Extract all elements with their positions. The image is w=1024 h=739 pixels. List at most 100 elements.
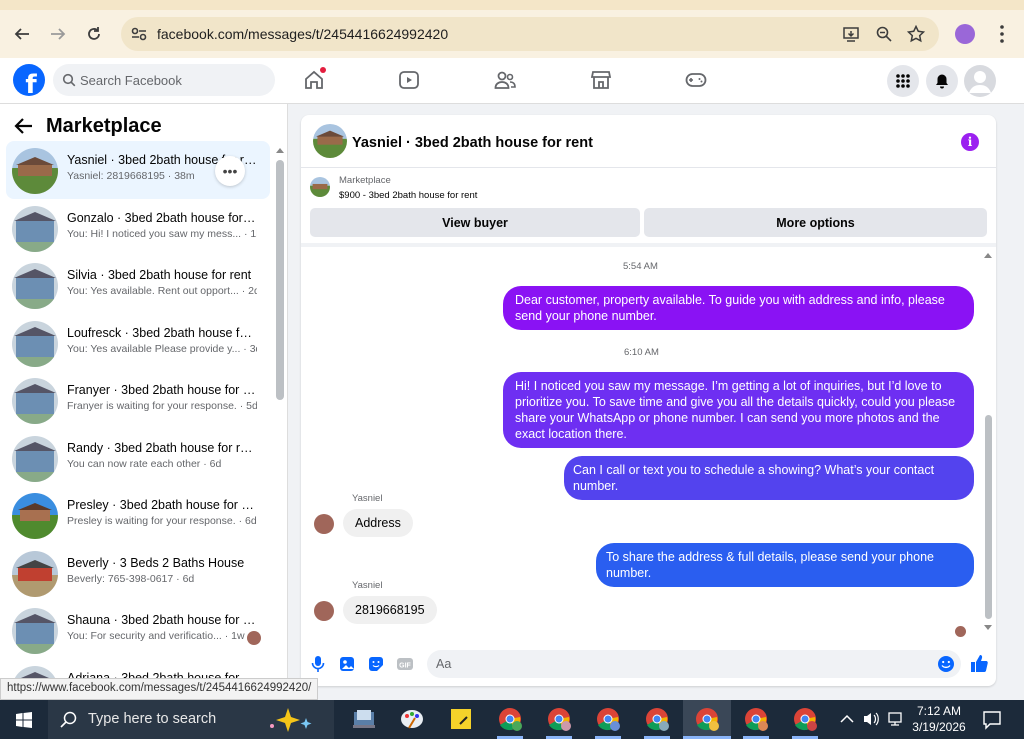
sender-name: Yasniel [352, 493, 383, 504]
notifications-bell-icon[interactable] [926, 65, 958, 97]
chrome-profile-icon[interactable] [792, 706, 818, 732]
divider [301, 243, 996, 247]
taskbar-search-input[interactable]: Type here to search [48, 700, 334, 739]
microphone-icon[interactable] [309, 655, 327, 673]
clock-time: 7:12 AM [916, 704, 962, 718]
chrome-profile-icon[interactable] [546, 706, 572, 732]
taskbar-search-placeholder: Type here to search [88, 711, 217, 727]
profile-icon[interactable] [955, 24, 975, 44]
conversation-sidebar: Marketplace Yasniel · 3bed 2bath house f… [0, 104, 288, 700]
video-icon[interactable] [398, 69, 420, 91]
gif-icon[interactable]: GIF [396, 655, 414, 673]
conversation-item[interactable]: Shauna · 3bed 2bath house for rent You: … [6, 601, 270, 659]
chrome-profile-icon[interactable] [743, 706, 769, 732]
listing-thumbnail [12, 550, 58, 597]
gaming-icon[interactable] [685, 69, 707, 91]
back-icon[interactable] [10, 22, 34, 46]
sender-avatar[interactable] [314, 601, 334, 621]
conversation-item[interactable]: Loufresck · 3bed 2bath house for rent Yo… [6, 314, 270, 372]
sidebar-scrollbar[interactable] [276, 160, 284, 400]
incoming-message[interactable]: 2819668195 [343, 596, 437, 624]
photo-icon[interactable] [338, 655, 356, 673]
conversation-item[interactable]: Beverly · 3 Beds 2 Baths House Beverly: … [6, 544, 270, 602]
facebook-search-input[interactable]: Search Facebook [53, 64, 275, 96]
sender-avatar[interactable] [314, 514, 334, 534]
conversation-item[interactable]: Randy · 3bed 2bath house for rent You ca… [6, 429, 270, 487]
listing-thumbnail [12, 608, 58, 654]
windows-start-icon[interactable] [16, 712, 32, 728]
browser-toolbar: facebook.com/messages/t/2454416624992420 [0, 0, 1024, 58]
menu-kebab-icon[interactable] [998, 24, 1006, 44]
conversation-item[interactable]: Yasniel · 3bed 2bath house for rent Yasn… [6, 141, 270, 199]
install-icon[interactable] [842, 25, 860, 43]
network-icon[interactable] [886, 711, 904, 727]
scroll-up-icon[interactable] [275, 146, 285, 154]
scroll-up-icon[interactable] [983, 251, 993, 259]
marketplace-icon[interactable] [590, 69, 612, 91]
listing-thumbnail [12, 435, 58, 482]
facebook-logo[interactable]: f [13, 64, 45, 96]
file-explorer-icon[interactable] [351, 706, 377, 732]
read-receipt-avatar [247, 631, 261, 645]
conversation-preview: You: Yes available Please provide y... ·… [67, 342, 257, 355]
thumbs-up-icon[interactable] [969, 653, 989, 673]
reload-icon[interactable] [82, 22, 106, 46]
paint-app-icon[interactable] [399, 706, 425, 732]
conversation-item[interactable]: Presley · 3bed 2bath house for rent Pres… [6, 486, 270, 544]
chrome-profile-icon[interactable] [644, 706, 670, 732]
conversation-item[interactable]: Silvia · 3bed 2bath house for rent You: … [6, 256, 270, 314]
conversation-preview: Beverly: 765-398-0617 · 6d [67, 572, 195, 585]
view-buyer-button[interactable]: View buyer [310, 208, 640, 237]
site-settings-icon[interactable] [129, 24, 149, 44]
conversation-preview: You can now rate each other · 6d [67, 457, 222, 470]
search-icon [62, 73, 76, 87]
chrome-icon[interactable] [497, 706, 523, 732]
sticker-icon[interactable] [367, 655, 385, 673]
seen-avatar [955, 626, 966, 637]
chat-panel: Yasniel · 3bed 2bath house for rent i Ma… [301, 115, 996, 686]
message-input[interactable]: Aa [427, 650, 961, 678]
chat-title[interactable]: Yasniel · 3bed 2bath house for rent [352, 135, 593, 151]
conversation-item[interactable]: Franyer · 3bed 2bath house for rent Fran… [6, 371, 270, 429]
marketplace-label: Marketplace [339, 175, 391, 186]
notifications-center-icon[interactable] [982, 710, 1002, 730]
listing-banner[interactable]: Marketplace $900 - 3bed 2bath house for … [301, 169, 996, 205]
outgoing-message[interactable]: Hi! I noticed you saw my message. I’m ge… [503, 372, 974, 448]
chat-header: Yasniel · 3bed 2bath house for rent i [301, 115, 996, 168]
tray-chevron-up-icon[interactable] [840, 713, 854, 725]
sticky-notes-icon[interactable] [448, 706, 474, 732]
address-bar[interactable]: facebook.com/messages/t/2454416624992420 [121, 17, 939, 51]
incoming-message[interactable]: Address [343, 509, 413, 537]
bookmark-star-icon[interactable] [907, 25, 925, 43]
volume-icon[interactable] [862, 711, 880, 727]
more-options-icon[interactable]: ••• [215, 156, 245, 186]
listing-thumbnail [310, 177, 330, 197]
url-text[interactable]: facebook.com/messages/t/2454416624992420 [157, 26, 448, 42]
outgoing-message[interactable]: Can I call or text you to schedule a sho… [564, 456, 974, 500]
emoji-icon[interactable] [937, 655, 955, 673]
system-clock[interactable]: 7:12 AM 3/19/2026 [905, 703, 973, 735]
status-link-preview: https://www.facebook.com/messages/t/2454… [0, 678, 319, 700]
friends-icon[interactable] [494, 69, 516, 91]
apps-grid-icon[interactable] [887, 65, 919, 97]
account-avatar[interactable] [964, 65, 996, 97]
back-arrow-icon[interactable] [14, 116, 34, 136]
scroll-down-icon[interactable] [983, 624, 993, 632]
copilot-sparkle-icon[interactable] [266, 706, 320, 734]
zoom-icon[interactable] [875, 25, 893, 43]
chat-scrollbar[interactable] [985, 415, 992, 619]
more-options-button[interactable]: More options [644, 208, 987, 237]
tab-strip [0, 0, 1024, 10]
outgoing-message[interactable]: Dear customer, property available. To gu… [503, 286, 974, 330]
message-timestamp: 6:10 AM [624, 347, 659, 358]
conversation-item[interactable]: Gonzalo · 3bed 2bath house for rent You:… [6, 199, 270, 257]
forward-icon[interactable] [46, 22, 70, 46]
chrome-profile-icon[interactable] [595, 706, 621, 732]
listing-title: $900 - 3bed 2bath house for rent [339, 190, 478, 201]
info-icon[interactable]: i [961, 133, 979, 151]
outgoing-message[interactable]: To share the address & full details, ple… [596, 543, 974, 587]
conversation-preview: You: Hi! I noticed you saw my mess... · … [67, 227, 257, 240]
chat-listing-avatar[interactable] [313, 124, 347, 158]
search-icon [60, 711, 77, 728]
chrome-active-profile-icon[interactable] [694, 706, 720, 732]
